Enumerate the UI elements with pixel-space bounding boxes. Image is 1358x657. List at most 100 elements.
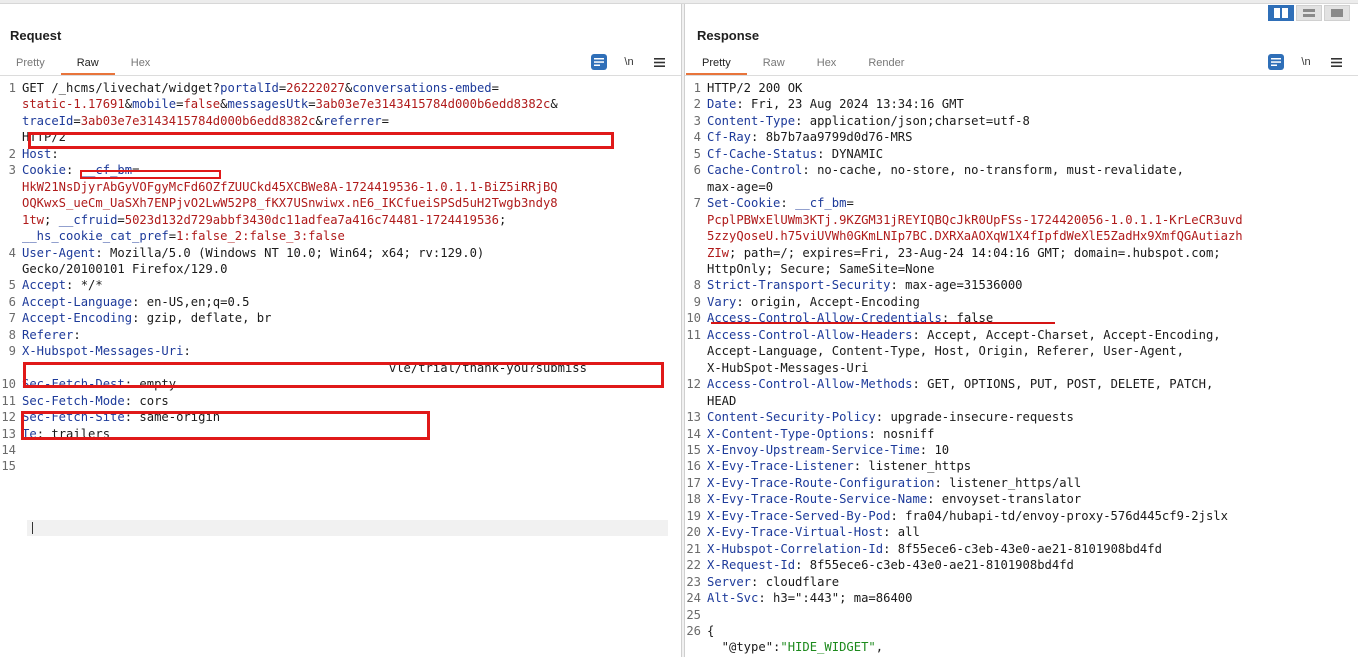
newline-toggle-icon[interactable]: \n: [1298, 54, 1314, 70]
tab-pretty[interactable]: Pretty: [686, 55, 747, 75]
line-number: 11: [1, 393, 16, 408]
tab-divider: [0, 75, 681, 76]
code-text: X-Evy-Trace-Virtual-Host: all: [707, 525, 920, 540]
code-line: 9 X-Hubspot-Messages-Uri:: [0, 343, 681, 359]
code-line: Accept-Language, Content-Type, Host, Ori…: [685, 343, 1358, 359]
code-text: Cf-Cache-Status: DYNAMIC: [707, 146, 884, 161]
code-text: Cache-Control: no-cache, no-store, no-tr…: [707, 163, 1184, 178]
code-line: 14: [0, 442, 681, 458]
tab-pretty[interactable]: Pretty: [0, 55, 61, 75]
line-number: 12: [1, 410, 16, 425]
line-number: 15: [1, 459, 16, 474]
line-number: [0, 360, 22, 376]
line-number: 4: [693, 130, 701, 145]
highlight-underline-credentials: [711, 322, 1055, 324]
code-text: Access-Control-Allow-Headers: Accept, Ac…: [707, 327, 1221, 342]
line-number: [0, 179, 22, 195]
code-text: Accept: */*: [22, 278, 103, 293]
tab-hex[interactable]: Hex: [115, 55, 167, 75]
code-line: "@type":"HIDE_WIDGET",: [685, 639, 1358, 655]
line-number: 13: [1, 426, 16, 441]
code-line: HttpOnly; Secure; SameSite=None: [685, 261, 1358, 277]
line-number: 11: [686, 327, 701, 342]
code-line: 11 Sec-Fetch-Mode: cors: [0, 393, 681, 409]
line-number: 7: [693, 196, 701, 211]
redaction-box-referer: [23, 362, 664, 388]
code-line: 17 X-Evy-Trace-Route-Configuration: liste…: [685, 475, 1358, 491]
code-line: 8 Referer:: [0, 327, 681, 343]
line-number: 9: [693, 294, 701, 309]
code-text: Accept-Language, Content-Type, Host, Ori…: [707, 344, 1184, 359]
code-text: __hs_cookie_cat_pref=1:false_2:false_3:f…: [22, 229, 345, 244]
code-line: 5 Accept: */*: [0, 277, 681, 293]
line-number: [0, 212, 22, 228]
request-panel: Request Pretty Raw Hex \n 1 GET /_hcms/li…: [0, 4, 682, 657]
code-line: 11 Access-Control-Allow-Headers: Accept, …: [685, 327, 1358, 343]
code-line: 22 X-Request-Id: 8f55ece6-c3eb-43e0-ae21-…: [685, 557, 1358, 573]
code-text: Access-Control-Allow-Credentials: false: [707, 311, 994, 326]
code-text: Content-Type: application/json;charset=u…: [707, 113, 1030, 128]
code-line: PcplPBWxElUWm3KTj.9KZGM31jREYIQBQcJkR0Up…: [685, 212, 1358, 228]
code-line: 3 Content-Type: application/json;charset=…: [685, 113, 1358, 129]
tab-raw[interactable]: Raw: [60, 55, 115, 75]
line-number: 26: [686, 623, 701, 638]
code-text: static-1.17691&mobile=false&messagesUtk=…: [22, 97, 558, 112]
code-line: 1tw; __cfruid=5023d132d729abbf3430dc11ad…: [0, 212, 681, 228]
line-number: [685, 393, 707, 409]
response-editor[interactable]: 1 HTTP/2 200 OK 2 Date: Fri, 23 Aug 2024 13…: [685, 80, 1358, 657]
code-line: 6 Accept-Language: en-US,en;q=0.5: [0, 294, 681, 310]
line-number: 13: [686, 410, 701, 425]
code-line: 24 Alt-Svc: h3=":443"; ma=86400: [685, 590, 1358, 606]
code-line: 23 Server: cloudflare: [685, 574, 1358, 590]
line-number: 19: [686, 508, 701, 523]
code-line: 20 X-Evy-Trace-Virtual-Host: all: [685, 524, 1358, 540]
code-line: X-HubSpot-Messages-Uri: [685, 360, 1358, 376]
message-actions-icon[interactable]: [591, 54, 607, 70]
line-number: 16: [686, 459, 701, 474]
code-line: ZIw; path=/; expires=Fri, 23-Aug-24 14:0…: [685, 245, 1358, 261]
code-text: X-Envoy-Upstream-Service-Time: 10: [707, 442, 950, 457]
line-number: 2: [693, 97, 701, 112]
code-line: 7 Set-Cookie: __cf_bm=: [685, 195, 1358, 211]
code-text: X-Evy-Trace-Listener: listener_https: [707, 459, 972, 474]
message-actions-icon[interactable]: [1268, 54, 1284, 70]
code-text: traceId=3ab03e7e3143415784d000b6edd8382c…: [22, 113, 389, 128]
code-line: OQKwxS_ueCm_UaSXh7ENPjvO2LwW52P8_fKX7USn…: [0, 195, 681, 211]
code-text: X-HubSpot-Messages-Uri: [707, 360, 869, 375]
tab-raw[interactable]: Raw: [747, 55, 801, 75]
code-line: 15: [0, 458, 681, 474]
code-text: "@type":"HIDE_WIDGET",: [707, 640, 884, 655]
code-text: PcplPBWxElUWm3KTj.9KZGM31jREYIQBQcJkR0Up…: [707, 212, 1243, 227]
code-line: 16 X-Evy-Trace-Listener: listener_https: [685, 458, 1358, 474]
line-number: [685, 360, 707, 376]
line-number: [0, 129, 22, 145]
line-number: 7: [8, 311, 16, 326]
line-number: [685, 212, 707, 228]
code-line: 8 Strict-Transport-Security: max-age=3153…: [685, 277, 1358, 293]
line-number: 3: [8, 163, 16, 178]
code-text: HttpOnly; Secure; SameSite=None: [707, 261, 935, 276]
menu-icon[interactable]: [1328, 54, 1344, 70]
tab-render[interactable]: Render: [852, 55, 920, 75]
line-number: 25: [686, 607, 701, 622]
code-line: 1 GET /_hcms/livechat/widget?portalId=262…: [0, 80, 681, 96]
code-text: Accept-Encoding: gzip, deflate, br: [22, 311, 272, 326]
menu-icon[interactable]: [651, 54, 667, 70]
code-text: Sec-Fetch-Mode: cors: [22, 393, 169, 408]
redaction-box-referrer: [28, 132, 614, 149]
line-number: 17: [686, 475, 701, 490]
code-line: 9 Vary: origin, Accept-Encoding: [685, 294, 1358, 310]
code-text: HTTP/2 200 OK: [707, 81, 803, 95]
newline-toggle-icon[interactable]: \n: [621, 54, 637, 70]
code-text: X-Hubspot-Correlation-Id: 8f55ece6-c3eb-…: [707, 541, 1162, 556]
line-number: 18: [686, 492, 701, 507]
code-line: 26 {: [685, 623, 1358, 639]
tab-hex[interactable]: Hex: [801, 55, 853, 75]
code-text: HkW21NsDjyrAbGyVOFgyMcFd6OZfZUUCkd45XCBW…: [22, 179, 558, 194]
code-line: __hs_cookie_cat_pref=1:false_2:false_3:f…: [0, 228, 681, 244]
request-tools: \n: [591, 54, 667, 70]
code-text: Content-Security-Policy: upgrade-insecur…: [707, 410, 1074, 425]
code-text: X-Content-Type-Options: nosniff: [707, 426, 935, 441]
line-number: [685, 639, 707, 655]
code-line: 12 Access-Control-Allow-Methods: GET, OPT…: [685, 376, 1358, 392]
